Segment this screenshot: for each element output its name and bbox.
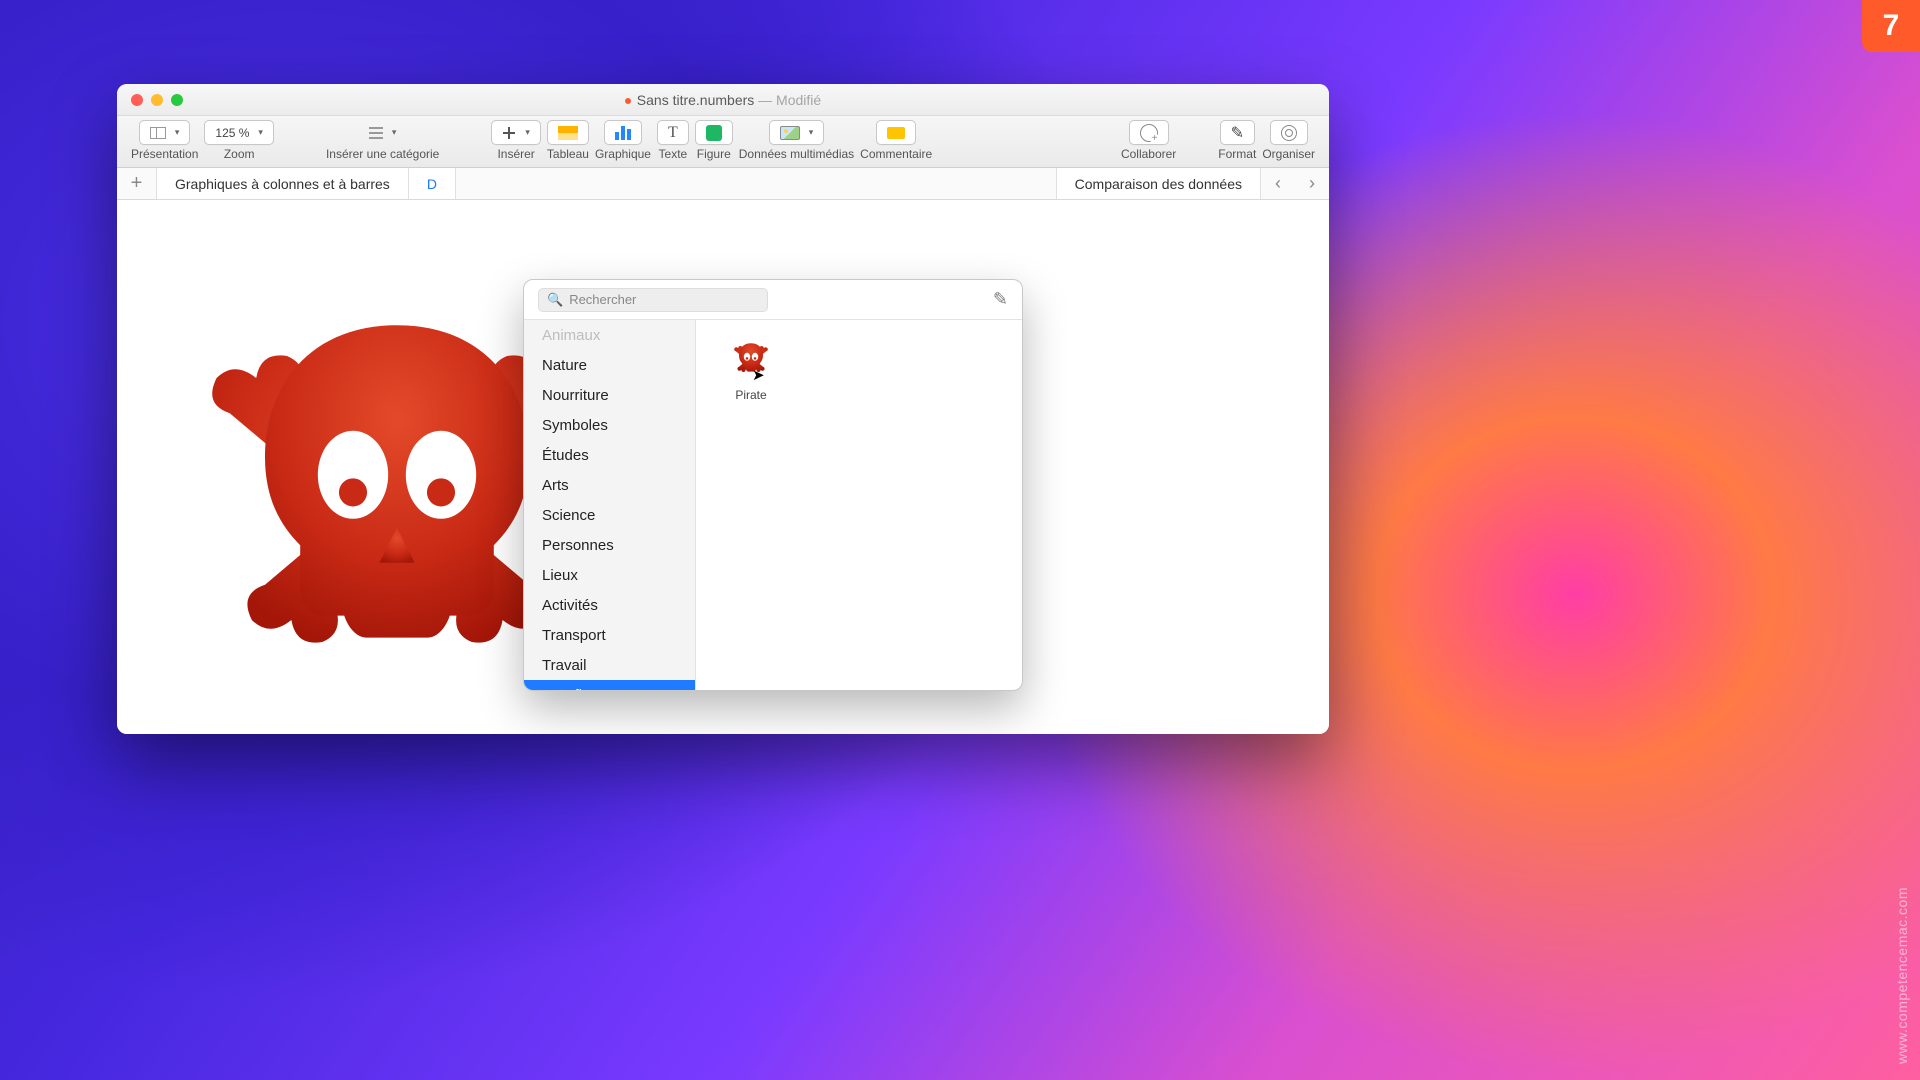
category-list[interactable]: Animaux Nature Nourriture Symboles Étude… xyxy=(524,320,696,690)
text-icon: T xyxy=(668,124,678,142)
media-button[interactable]: ▾ Données multimédias xyxy=(739,120,854,161)
format-button[interactable]: ✎ Format xyxy=(1218,120,1256,161)
pirate-icon xyxy=(726,340,776,380)
chevron-down-icon: ▾ xyxy=(525,127,530,138)
text-label: Texte xyxy=(659,147,688,161)
collaborate-label: Collaborer xyxy=(1121,147,1176,161)
search-icon: 🔍 xyxy=(547,292,563,308)
step-badge: 7 xyxy=(1862,0,1920,52)
chevron-down-icon: ▾ xyxy=(258,127,263,138)
chart-icon xyxy=(615,126,631,140)
category-item[interactable]: Lieux xyxy=(524,560,695,590)
app-window: Sans titre.numbers — Modifié ▾ Présentat… xyxy=(117,84,1329,734)
chart-label: Graphique xyxy=(595,147,651,161)
insert-label: Insérer xyxy=(497,147,534,161)
shape-name: Pirate xyxy=(735,388,766,402)
close-window-icon[interactable] xyxy=(131,94,143,106)
category-item[interactable]: Science xyxy=(524,500,695,530)
format-label: Format xyxy=(1218,147,1256,161)
category-item[interactable]: Personnes xyxy=(524,530,695,560)
category-item[interactable]: Arts xyxy=(524,470,695,500)
category-item[interactable]: Animaux xyxy=(524,320,695,350)
shapes-popover: 🔍 Rechercher ✎ Animaux Nature Nourriture… xyxy=(523,279,1023,691)
window-title: Sans titre.numbers — Modifié xyxy=(117,92,1329,108)
zoom-value: 125 % xyxy=(215,126,249,140)
chart-button[interactable]: Graphique xyxy=(595,120,651,161)
presentation-label: Présentation xyxy=(131,147,198,161)
category-item-selected[interactable]: Mes figures xyxy=(524,680,695,690)
plus-icon xyxy=(502,126,516,140)
category-item[interactable]: Symboles xyxy=(524,410,695,440)
table-label: Tableau xyxy=(547,147,589,161)
search-input[interactable]: 🔍 Rechercher xyxy=(538,288,768,312)
minimize-window-icon[interactable] xyxy=(151,94,163,106)
zoom-label: Zoom xyxy=(224,147,255,161)
comment-button[interactable]: Commentaire xyxy=(860,120,932,161)
sheet-next-button[interactable]: › xyxy=(1295,173,1329,194)
organize-label: Organiser xyxy=(1262,147,1315,161)
draw-shape-button[interactable]: ✎ xyxy=(993,289,1008,310)
media-label: Données multimédias xyxy=(739,147,854,161)
category-item[interactable]: Travail xyxy=(524,650,695,680)
category-item[interactable]: Nature xyxy=(524,350,695,380)
canvas[interactable]: 🔍 Rechercher ✎ Animaux Nature Nourriture… xyxy=(117,200,1329,734)
organize-button[interactable]: Organiser xyxy=(1262,120,1315,161)
zoom-button[interactable]: 125 % ▾ Zoom xyxy=(204,120,274,161)
shape-label: Figure xyxy=(697,147,731,161)
collaborate-button[interactable]: Collaborer xyxy=(1121,120,1176,161)
traffic-lights[interactable] xyxy=(131,94,183,106)
organize-icon xyxy=(1281,125,1297,141)
table-icon xyxy=(558,126,578,140)
sheet-tab-bar: + Graphiques à colonnes et à barres D Co… xyxy=(117,168,1329,200)
shape-grid: Pirate ➤ xyxy=(696,320,1022,690)
presentation-icon xyxy=(150,127,166,139)
table-button[interactable]: Tableau xyxy=(547,120,589,161)
list-icon xyxy=(369,127,383,139)
popover-header: 🔍 Rechercher ✎ xyxy=(524,280,1022,320)
toolbar: ▾ Présentation 125 % ▾ Zoom ▾ Insérer une… xyxy=(117,116,1329,168)
insert-category-label: Insérer une catégorie xyxy=(326,147,439,161)
category-item[interactable]: Transport xyxy=(524,620,695,650)
watermark-url: www.competencemac.com xyxy=(1894,887,1910,1064)
search-placeholder: Rechercher xyxy=(569,292,636,307)
presentation-button[interactable]: ▾ Présentation xyxy=(131,120,198,161)
collaborate-icon xyxy=(1140,124,1158,142)
category-item[interactable]: Activités xyxy=(524,590,695,620)
shape-button[interactable]: Figure xyxy=(695,120,733,161)
chevron-down-icon: ▾ xyxy=(809,127,814,138)
sheet-tab-active[interactable]: D xyxy=(409,168,456,199)
category-item[interactable]: Études xyxy=(524,440,695,470)
sheet-nav: ‹ › xyxy=(1260,168,1329,199)
media-icon xyxy=(780,126,800,140)
title-bar: Sans titre.numbers — Modifié xyxy=(117,84,1329,116)
chevron-down-icon: ▾ xyxy=(175,127,180,138)
brush-icon: ✎ xyxy=(1231,123,1244,143)
insert-category-button[interactable]: ▾ Insérer une catégorie xyxy=(326,120,439,161)
category-item[interactable]: Nourriture xyxy=(524,380,695,410)
app-badge-icon xyxy=(625,98,631,104)
comment-label: Commentaire xyxy=(860,147,932,161)
insert-button[interactable]: ▾ Insérer xyxy=(491,120,541,161)
fullscreen-window-icon[interactable] xyxy=(171,94,183,106)
sheet-tab[interactable]: Graphiques à colonnes et à barres xyxy=(157,168,409,199)
text-button[interactable]: T Texte xyxy=(657,120,689,161)
add-sheet-button[interactable]: + xyxy=(117,168,157,199)
sheet-reference-tab[interactable]: Comparaison des données xyxy=(1056,168,1260,199)
sheet-prev-button[interactable]: ‹ xyxy=(1261,173,1295,194)
shape-item[interactable]: Pirate ➤ xyxy=(716,340,786,402)
chevron-down-icon: ▾ xyxy=(392,127,397,138)
shape-icon xyxy=(706,125,722,141)
comment-icon xyxy=(887,127,905,139)
